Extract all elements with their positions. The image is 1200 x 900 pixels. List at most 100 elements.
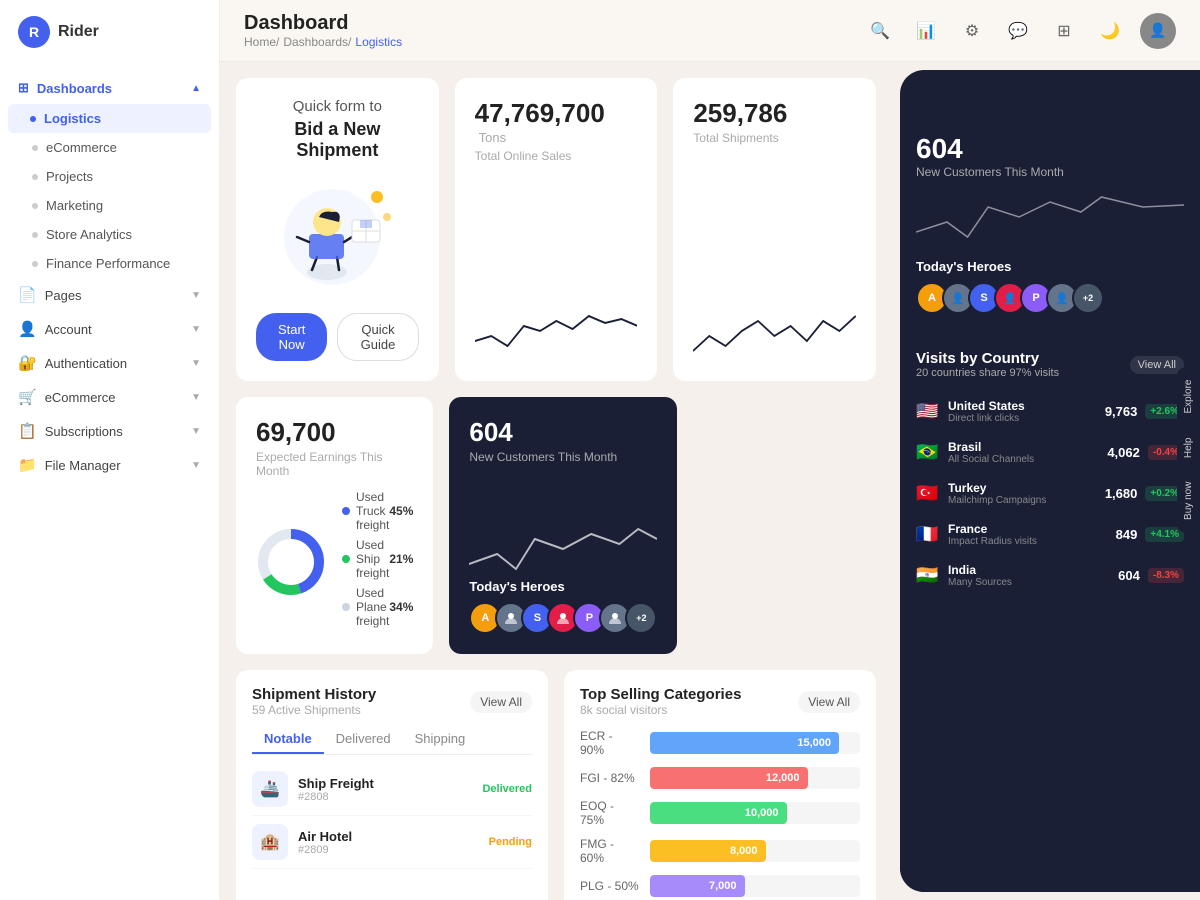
country-name-br: Brasil	[948, 440, 1099, 454]
dot-icon	[32, 174, 38, 180]
shipments-label: Total Shipments	[693, 131, 856, 145]
shipment-id2: #2809	[298, 844, 479, 856]
chevron-down-icon: ▼	[191, 324, 201, 335]
start-now-button[interactable]: Start Now	[256, 313, 327, 361]
quick-form-title: Quick form to	[293, 98, 382, 115]
help-button[interactable]: Help	[1177, 425, 1200, 470]
sales-number: 47,769,700	[475, 98, 605, 128]
shipment-id: #2808	[298, 791, 472, 803]
earnings-label: Expected Earnings This Month	[256, 450, 413, 478]
flag-tr: 🇹🇷	[916, 483, 940, 504]
explore-button[interactable]: Explore	[1177, 368, 1200, 426]
customers-label: New Customers This Month	[469, 450, 657, 464]
nav-parent-account[interactable]: 👤 Account ▼	[0, 312, 219, 346]
country-value-tr: 1,680	[1105, 486, 1138, 501]
bar-label-fmg: FMG - 60%	[580, 837, 640, 865]
shipments-number: 259,786	[693, 98, 787, 128]
quick-form-buttons: Start Now Quick Guide	[256, 313, 419, 361]
right-heroes: Today's Heroes A 👤 S 👤 P 👤 +2	[916, 259, 1184, 314]
nav-parent-ecommerce[interactable]: 🛒 eCommerce ▼	[0, 380, 219, 414]
nav: ⊞ Dashboards ▲ Logistics eCommerce Proje…	[0, 64, 219, 900]
grid-view-icon[interactable]: ⊞	[1048, 15, 1080, 47]
nav-parent-file-manager[interactable]: 📁 File Manager ▼	[0, 448, 219, 482]
country-change-in: -8.3%	[1148, 568, 1184, 583]
dot-icon	[32, 203, 38, 209]
shipment-name: Ship Freight	[298, 776, 472, 791]
quick-form-subtitle: Bid a New Shipment	[256, 119, 419, 161]
bar-row-ecr: ECR - 90% 15,000	[580, 729, 860, 757]
account-icon: 👤	[18, 320, 37, 338]
visits-view-all[interactable]: View All	[1130, 356, 1184, 374]
buy-now-button[interactable]: Buy now	[1177, 470, 1200, 532]
shipment-view-all[interactable]: View All	[470, 691, 532, 713]
nav-parent-subscriptions[interactable]: 📋 Subscriptions ▼	[0, 414, 219, 448]
earnings-card: 69,700 Expected Earnings This Month	[236, 397, 433, 654]
right-sparkline	[916, 187, 1184, 247]
tab-shipping[interactable]: Shipping	[403, 725, 478, 754]
bar-fill-eoq: 10,000	[650, 802, 787, 824]
nav-item-store-analytics[interactable]: Store Analytics	[0, 220, 219, 249]
nav-item-ecommerce[interactable]: eCommerce	[0, 133, 219, 162]
categories-view-all[interactable]: View All	[798, 691, 860, 713]
right-customers-label: New Customers This Month	[916, 165, 1184, 179]
chat-icon[interactable]: 💬	[1002, 15, 1034, 47]
shipment-status2: Pending	[489, 836, 532, 848]
country-name-us: United States	[948, 399, 1097, 413]
right-panel-top: 604 New Customers This Month Today's Her…	[900, 70, 1200, 330]
tab-notable[interactable]: Notable	[252, 725, 324, 754]
customers-sparkline	[469, 464, 657, 579]
nav-item-logistics[interactable]: Logistics	[8, 104, 211, 133]
bar-chart-icon[interactable]: 📊	[910, 15, 942, 47]
truck-dot	[342, 507, 350, 515]
right-hero-more: +2	[1072, 282, 1104, 314]
quick-guide-button[interactable]: Quick Guide	[337, 313, 418, 361]
bar-fill-ecr: 15,000	[650, 732, 839, 754]
breadcrumb: Home/ Dashboards/ Logistics	[244, 35, 402, 49]
shipment-row: 🚢 Ship Freight #2808 Delivered	[252, 763, 532, 816]
tab-delivered[interactable]: Delivered	[324, 725, 403, 754]
header: Dashboard Home/ Dashboards/ Logistics 🔍 …	[220, 0, 1200, 62]
country-value-br: 4,062	[1107, 445, 1140, 460]
right-heroes-title: Today's Heroes	[916, 259, 1184, 274]
online-sales-card: 47,769,700 Tons Total Online Sales	[455, 78, 658, 381]
country-sub-in: Many Sources	[948, 577, 1110, 588]
nav-item-finance[interactable]: Finance Performance	[0, 249, 219, 278]
auth-icon: 🔐	[18, 354, 37, 372]
sales-label: Total Online Sales	[475, 149, 638, 163]
bar-fill-fgi: 12,000	[650, 767, 808, 789]
bottom-cards: Shipment History 59 Active Shipments Vie…	[236, 670, 876, 900]
nav-parent-pages[interactable]: 📄 Pages ▼	[0, 278, 219, 312]
categories-subtitle: 8k social visitors	[580, 703, 741, 717]
bar-fill-fmg: 8,000	[650, 840, 766, 862]
nav-parent-authentication[interactable]: 🔐 Authentication ▼	[0, 346, 219, 380]
right-heroes-avatars: A 👤 S 👤 P 👤 +2	[916, 282, 1184, 314]
heroes-avatars: A S P +2	[469, 602, 657, 634]
shipment-subtitle: 59 Active Shipments	[252, 703, 376, 717]
categories-card: Top Selling Categories 8k social visitor…	[564, 670, 876, 900]
customers-number: 604	[469, 417, 512, 447]
shipments-card: 259,786 Total Shipments	[673, 78, 876, 381]
illustration-svg	[267, 182, 407, 292]
user-avatar[interactable]: 👤	[1140, 13, 1176, 49]
content-area: Quick form to Bid a New Shipment	[220, 62, 1200, 900]
flag-fr: 🇫🇷	[916, 524, 940, 545]
legend-plane: Used Plane freight 34%	[342, 586, 413, 628]
search-icon[interactable]: 🔍	[864, 15, 896, 47]
nav-item-marketing[interactable]: Marketing	[0, 191, 219, 220]
earnings-number: 69,700	[256, 417, 336, 447]
country-value-us: 9,763	[1105, 404, 1138, 419]
dark-mode-icon[interactable]: 🌙	[1094, 15, 1126, 47]
shipment-tabs: Notable Delivered Shipping	[252, 725, 532, 755]
logo[interactable]: R Rider	[0, 0, 219, 64]
bar-row-fmg: FMG - 60% 8,000	[580, 837, 860, 865]
settings-icon[interactable]: ⚙	[956, 15, 988, 47]
nav-item-projects[interactable]: Projects	[0, 162, 219, 191]
logo-name: Rider	[58, 23, 99, 41]
chevron-down-icon: ▼	[191, 358, 201, 369]
visits-title: Visits by Country	[916, 350, 1059, 367]
nav-section-dashboards[interactable]: ⊞ Dashboards ▲	[0, 72, 219, 104]
shipment-name2: Air Hotel	[298, 829, 479, 844]
shipment-row: 🏨 Air Hotel #2809 Pending	[252, 816, 532, 869]
shipment-icon2: 🏨	[252, 824, 288, 860]
right-customers-number: 604	[916, 133, 963, 164]
